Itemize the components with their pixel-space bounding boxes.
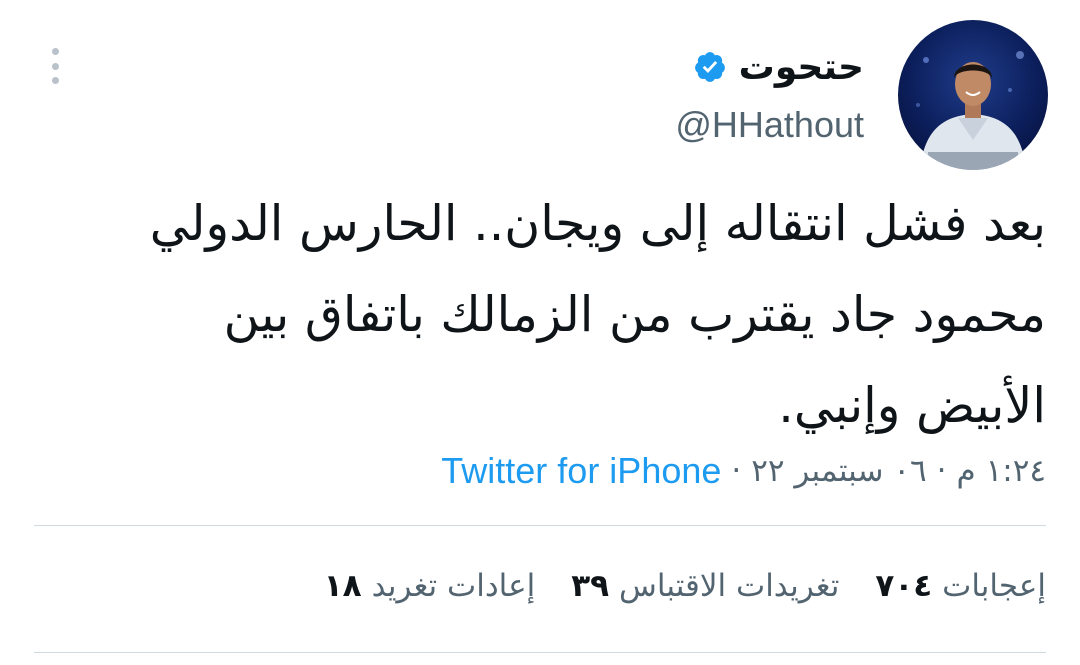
likes-stat[interactable]: ٧٠٤ إعجابات — [875, 568, 1046, 604]
verified-badge-icon — [694, 52, 725, 82]
meta-separator: · — [936, 453, 947, 489]
divider — [34, 652, 1046, 653]
tweet-text-line: الأبيض وإنبي. — [778, 377, 1046, 434]
tweet-time[interactable]: ١:٢٤ م — [957, 453, 1046, 489]
retweets-stat[interactable]: ١٨ إعادات تغريد — [324, 568, 535, 604]
tweet-text-line: محمود جاد يقترب من الزمالك باتفاق بين — [223, 286, 1046, 343]
quotes-label: تغريدات الاقتباس — [619, 568, 840, 604]
tweet-source-link[interactable]: Twitter for iPhone — [441, 450, 721, 492]
likes-label: إعجابات — [942, 568, 1046, 604]
profile-photo-icon — [898, 20, 1048, 170]
tweet-meta: ١:٢٤ م · ٠٦ سبتمبر ٢٢ · Twitter for iPho… — [441, 446, 1046, 496]
retweets-label: إعادات تغريد — [371, 568, 536, 604]
display-name[interactable]: حتحوت — [739, 47, 864, 88]
divider — [34, 525, 1046, 526]
more-options-button[interactable] — [40, 44, 70, 88]
quotes-stat[interactable]: ٣٩ تغريدات الاقتباس — [571, 568, 839, 604]
author-handle[interactable]: @HHathout — [675, 104, 864, 146]
tweet-stats: ١٨ إعادات تغريد ٣٩ تغريدات الاقتباس ٧٠٤ … — [324, 560, 1046, 612]
likes-count: ٧٠٤ — [875, 568, 933, 604]
tweet-text: بعد فشل انتقاله إلى ويجان.. الحارس الدول… — [86, 178, 1046, 451]
retweets-count: ١٨ — [323, 568, 362, 604]
quotes-count: ٣٩ — [571, 568, 610, 604]
avatar[interactable] — [898, 20, 1048, 170]
more-dot-icon — [51, 77, 59, 84]
tweet-text-line: بعد فشل انتقاله إلى ويجان.. الحارس الدول… — [149, 195, 1046, 252]
tweet-date[interactable]: ٠٦ سبتمبر ٢٢ — [751, 453, 926, 489]
author-name-row[interactable]: حتحوت — [693, 40, 864, 94]
more-dot-icon — [51, 48, 59, 55]
more-dot-icon — [51, 62, 59, 70]
meta-separator: · — [731, 453, 742, 489]
